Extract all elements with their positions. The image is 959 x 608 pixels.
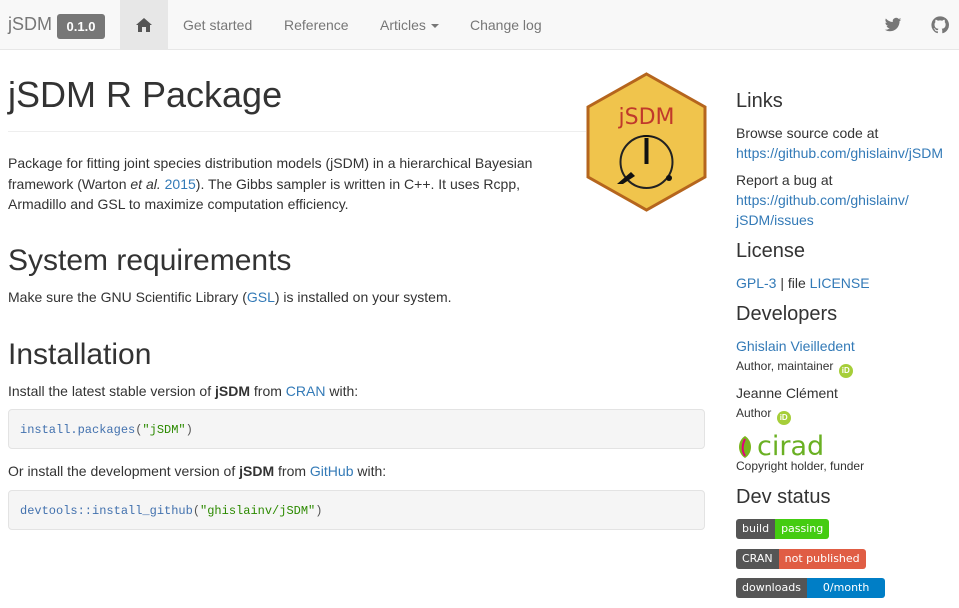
install-cran-code[interactable]: install.packages("jSDM") xyxy=(8,409,705,449)
bug-link-line1[interactable]: https://github.com/ghislainv/ xyxy=(736,190,909,210)
intro-etal: et al. xyxy=(130,175,161,192)
nav-change-log[interactable]: Change log xyxy=(470,17,542,33)
title-divider xyxy=(8,131,586,132)
browse-label: Browse source code at xyxy=(736,125,879,141)
cran-badge-key: CRAN xyxy=(736,549,779,569)
github-icon[interactable] xyxy=(931,16,949,34)
developer-ghislain-link[interactable]: Ghislain Vieilledent xyxy=(736,336,855,356)
license-heading: License xyxy=(736,240,805,262)
developer-jeanne-role: Author iD xyxy=(736,406,791,425)
code2-arg: "ghislainv/jSDM" xyxy=(200,504,316,518)
intro-paragraph: Package for fitting joint species distri… xyxy=(8,153,568,215)
github-link[interactable]: GitHub xyxy=(310,463,354,479)
license-separator: | file xyxy=(776,275,810,291)
developer-jeanne-role-text: Author xyxy=(736,406,772,420)
license-line: GPL-3 | file LICENSE xyxy=(736,273,870,293)
cirad-wordmark: cirad xyxy=(757,431,825,462)
install-stable-text-1: Install the latest stable version of xyxy=(8,383,215,399)
sysreq-text-2: ) is installed on your system. xyxy=(274,289,452,305)
nav-get-started[interactable]: Get started xyxy=(183,17,252,33)
installation-heading: Installation xyxy=(8,338,152,371)
nav-home[interactable] xyxy=(120,0,168,49)
developer-ghislain-role: Author, maintainer iD xyxy=(736,359,853,378)
caret-down-icon xyxy=(430,24,439,29)
dev-status-heading: Dev status xyxy=(736,486,831,508)
install-github-code[interactable]: devtools::install_github("ghislainv/jSDM… xyxy=(8,490,705,530)
developers-heading: Developers xyxy=(736,303,838,325)
cran-link[interactable]: CRAN xyxy=(286,383,326,399)
logo-text: jSDM xyxy=(618,105,675,130)
brand-link[interactable]: jSDM xyxy=(8,14,52,35)
bug-link-line2[interactable]: jSDM/issues xyxy=(736,210,814,230)
install-stable-text-3: with: xyxy=(325,383,359,399)
links-heading: Links xyxy=(736,90,783,112)
developer-jeanne-name: Jeanne Clément xyxy=(736,385,838,401)
version-label: 0.1.0 xyxy=(57,14,105,39)
install-stable-text-2: from xyxy=(250,383,286,399)
build-badge-value: passing xyxy=(775,519,830,539)
nav-reference[interactable]: Reference xyxy=(284,17,349,33)
navbar: jSDM 0.1.0 Get started Reference Article… xyxy=(0,0,959,50)
install-stable-pkg: jSDM xyxy=(215,383,250,399)
sysreq-heading: System requirements xyxy=(8,244,292,277)
home-icon xyxy=(136,17,152,32)
orcid-icon[interactable]: iD xyxy=(838,364,853,378)
install-dev-pkg: jSDM xyxy=(239,463,275,479)
cirad-logo-link[interactable]: cirad xyxy=(736,431,824,462)
source-code-link[interactable]: https://github.com/ghislainv/jSDM xyxy=(736,143,943,163)
jsdm-hex-logo: jSDM xyxy=(586,72,707,212)
sysreq-paragraph: Make sure the GNU Scientific Library (GS… xyxy=(8,287,568,308)
cran-badge-value: not published xyxy=(778,549,866,569)
gpl3-link[interactable]: GPL-3 xyxy=(736,275,776,291)
developer-ghislain-role-text: Author, maintainer xyxy=(736,359,834,373)
install-dev-text-3: with: xyxy=(353,463,387,479)
install-dev-text-1: Or install the development version of xyxy=(8,463,240,479)
downloads-badge[interactable]: downloads 0/month xyxy=(736,578,886,598)
license-file-link[interactable]: LICENSE xyxy=(810,275,870,291)
cirad-role: Copyright holder, funder xyxy=(736,459,865,473)
downloads-badge-value: 0/month xyxy=(806,578,886,598)
warton-2015-link[interactable]: 2015 xyxy=(165,176,196,192)
cirad-leaf-icon xyxy=(739,435,751,458)
nav-articles[interactable]: Articles xyxy=(380,17,439,33)
code1-fn: install.packages xyxy=(20,423,136,437)
downloads-badge-key: downloads xyxy=(736,578,807,598)
code1-arg: "jSDM" xyxy=(142,423,186,437)
install-dev-text-2: from xyxy=(274,463,310,479)
page-title: jSDM R Package xyxy=(8,74,283,115)
install-dev-paragraph: Or install the development version of jS… xyxy=(8,461,568,482)
sysreq-text-1: Make sure the GNU Scientific Library ( xyxy=(8,289,247,305)
install-stable-paragraph: Install the latest stable version of jSD… xyxy=(8,381,568,402)
code2-fn: devtools::install_github xyxy=(20,504,193,518)
cran-badge[interactable]: CRAN not published xyxy=(736,549,866,569)
build-badge-key: build xyxy=(736,519,776,539)
bug-label: Report a bug at xyxy=(736,172,833,188)
gsl-link[interactable]: GSL xyxy=(247,289,275,305)
nav-articles-label: Articles xyxy=(380,17,426,33)
twitter-icon[interactable] xyxy=(884,16,902,34)
build-badge[interactable]: build passing xyxy=(736,519,830,539)
orcid-icon[interactable]: iD xyxy=(776,411,791,425)
